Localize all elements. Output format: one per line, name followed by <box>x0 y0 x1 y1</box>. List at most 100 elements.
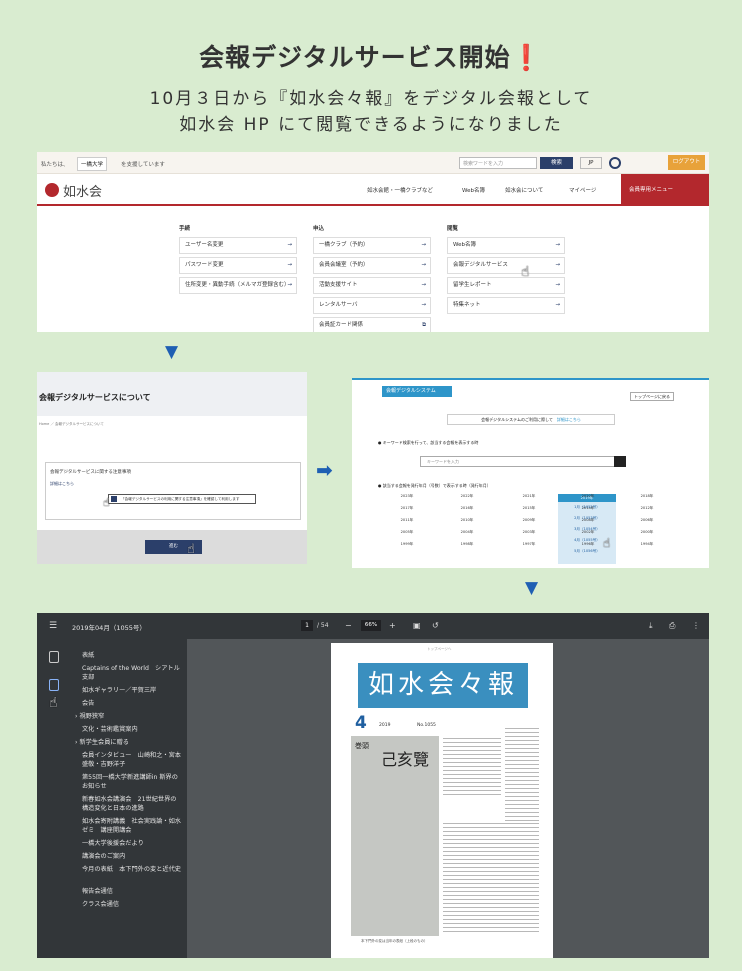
year-option[interactable]: 2021年 <box>512 494 546 499</box>
thumbnail-icon[interactable] <box>49 651 59 663</box>
zoom-out-icon[interactable]: − <box>345 621 352 630</box>
month-option[interactable]: 1月（1052号） <box>570 505 604 510</box>
menu-item-club[interactable]: 一橋クラブ（予約） → <box>313 237 431 254</box>
masthead: 如水会々報 <box>358 663 528 708</box>
year-option[interactable]: 2016年 <box>450 506 484 511</box>
year-option[interactable]: 2005年 <box>390 530 424 535</box>
outline-item[interactable]: 今月の表紙 本下門外の変と近代史 <box>82 865 182 874</box>
year-option[interactable]: 2004年 <box>450 530 484 535</box>
year-option[interactable]: 1998年 <box>450 542 484 547</box>
toc-text-block <box>443 823 539 933</box>
outline-item[interactable]: 報告会通信 <box>82 887 182 896</box>
file-name: 2019年04月（1055号） <box>72 624 146 632</box>
outline-item[interactable]: クラス会通信 <box>82 900 182 909</box>
language-select[interactable]: JP <box>580 157 602 169</box>
month-option[interactable]: 4月（1055号） <box>570 538 604 543</box>
menu-item-rental-server[interactable]: レンタルサーバ → <box>313 297 431 314</box>
menu-item-member-card[interactable]: 会員証カード関係 ⧉ <box>313 317 431 332</box>
outline-item[interactable]: 文化・芸術鑑賞案内 <box>82 725 182 734</box>
menu-item-special-net[interactable]: 特集ネット → <box>447 297 565 314</box>
year-option[interactable]: 2017年 <box>390 506 424 511</box>
page-input[interactable]: 1 <box>301 620 313 631</box>
subtitle-line1: 10月３日から『如水会々報』をデジタル会報として <box>149 89 593 109</box>
university-badge[interactable]: 一橋大学 <box>77 157 108 171</box>
arrow-right-icon: → <box>555 302 560 308</box>
year-option[interactable]: 2000年 <box>630 530 664 535</box>
outline-item[interactable]: 第55回一橋大学新進講師in 斯界のお知らせ <box>82 773 182 791</box>
search-button[interactable]: 検索 <box>540 157 573 169</box>
year-option[interactable]: 2012年 <box>630 506 664 511</box>
keyword-input[interactable]: キーワードを入力 <box>420 456 622 467</box>
menu-item-password[interactable]: パスワード変更 → <box>179 257 297 274</box>
year-option[interactable]: 2023年 <box>390 494 424 499</box>
site-menu-screenshot: 私たちは、 一橋大学 を支援しています 検索ワードを入力 検索 JP ログアウト… <box>37 152 709 332</box>
nav-item-about[interactable]: 如水会について <box>505 186 543 194</box>
details-link[interactable]: 詳細はこちら <box>50 481 74 487</box>
year-option[interactable]: 2009年 <box>512 518 546 523</box>
exclamation-icon: ❗ <box>510 43 543 72</box>
year-option[interactable]: 1994年 <box>630 542 664 547</box>
year-option[interactable]: 2006年 <box>630 518 664 523</box>
year-option[interactable]: 2010年 <box>450 518 484 523</box>
issue-year: 2019 <box>379 723 391 728</box>
member-menu-button[interactable]: 会員専用メニュー <box>621 174 709 206</box>
keyword-search-button[interactable] <box>614 456 626 467</box>
outline-item[interactable]: 会員インタビュー 山崎和之・宮本盛敬・吉野洋子 <box>82 751 182 769</box>
rotate-icon[interactable]: ↺ <box>432 621 439 630</box>
nav-item-facilities[interactable]: 如水会館・一橋クラブなど <box>367 186 433 194</box>
outline-item[interactable]: › 視野狭窄 <box>75 712 175 721</box>
year-option[interactable]: 1999年 <box>390 542 424 547</box>
month-option[interactable]: 5月（1056号） <box>570 549 604 554</box>
outline-icon[interactable] <box>49 679 59 691</box>
menu-item-web-directory[interactable]: Web名簿 → <box>447 237 565 254</box>
outline-item[interactable]: 会告 <box>82 699 182 708</box>
hand-cursor-icon: ☝ <box>521 264 530 280</box>
search-input[interactable]: 検索ワードを入力 <box>459 157 537 169</box>
print-icon[interactable]: ⎙ <box>669 621 675 631</box>
year-option[interactable]: 2020年 <box>571 494 605 499</box>
fit-page-icon[interactable]: ▣ <box>413 621 421 630</box>
outline-item[interactable]: › 新学生会員に贈る <box>75 738 175 747</box>
outline-item[interactable]: 如水ギャラリー／平賀三岸 <box>82 686 182 695</box>
outline-item[interactable]: 講演会のご案内 <box>82 852 182 861</box>
zoom-level[interactable]: 66% <box>361 620 381 631</box>
year-option[interactable]: 2022年 <box>450 494 484 499</box>
month-option[interactable]: 2月（1053号） <box>570 516 604 521</box>
logo-seal-icon <box>45 183 59 197</box>
usage-notice: 会報デジタルシステムのご利用に際して 詳細はこちら <box>447 414 615 425</box>
more-options-icon[interactable]: ⋮ <box>692 621 700 630</box>
year-option[interactable]: 1997年 <box>512 542 546 547</box>
arrow-right-icon: ➡ <box>316 458 333 482</box>
outline-item[interactable]: Captains of the World シアトル支部 <box>82 664 182 682</box>
year-option[interactable]: 2003年 <box>512 530 546 535</box>
year-option[interactable]: 2018年 <box>630 494 664 499</box>
menu-item-username[interactable]: ユーザー名変更 → <box>179 237 297 254</box>
outline-item[interactable]: 如水会寄附講義 社会実践論・如水ゼミ 講座開講会 <box>82 817 182 835</box>
menu-item-address[interactable]: 住所変更・異動手続（メルマガ登録含む） → <box>179 277 297 294</box>
logout-button[interactable]: ログアウト <box>668 155 705 170</box>
outline-item[interactable]: 表紙 <box>82 651 182 660</box>
nav-item-directory[interactable]: Web名簿 <box>462 186 485 194</box>
download-icon[interactable]: ⤓ <box>649 621 653 631</box>
menu-item-meeting-room[interactable]: 会員会議室（予約） → <box>313 257 431 274</box>
external-link-icon: ⧉ <box>422 322 426 328</box>
user-icon[interactable] <box>609 157 621 169</box>
year-option[interactable]: 2015年 <box>512 506 546 511</box>
menu-item-digital-bulletin[interactable]: 会報デジタルサービス → <box>447 257 565 274</box>
outline-item[interactable]: 一橋大学後援会だより <box>82 839 182 848</box>
menu-column-applications: 申込 一橋クラブ（予約） → 会員会議室（予約） → 活動支援サイト → レンタルサー… <box>313 224 431 332</box>
mypage-link[interactable]: マイページ <box>569 186 596 194</box>
month-option[interactable]: 3月（1054号） <box>570 527 604 532</box>
menu-item-student-report[interactable]: 留学生レポート → <box>447 277 565 294</box>
zoom-in-icon[interactable]: + <box>389 621 396 630</box>
year-option[interactable]: 2011年 <box>390 518 424 523</box>
back-to-top-button[interactable]: トップページに戻る <box>630 392 674 401</box>
notice-link[interactable]: 詳細はこちら <box>557 417 581 422</box>
site-logo[interactable]: 如水会 <box>45 181 123 200</box>
top-utility-bar: 私たちは、 一橋大学 を支援しています 検索ワードを入力 検索 JP ログアウト <box>37 152 709 174</box>
checkbox-icon[interactable] <box>111 496 117 502</box>
menu-item-support-site[interactable]: 活動支援サイト → <box>313 277 431 294</box>
menu-icon[interactable]: ☰ <box>49 621 57 631</box>
agree-checkbox[interactable]: 「会報デジタルサービスの利用に関する注意事項」を確認して利用します <box>108 494 256 504</box>
outline-item[interactable]: 新春如水会講演会 21世紀世界の構造変化と日本の進路 <box>82 795 182 813</box>
